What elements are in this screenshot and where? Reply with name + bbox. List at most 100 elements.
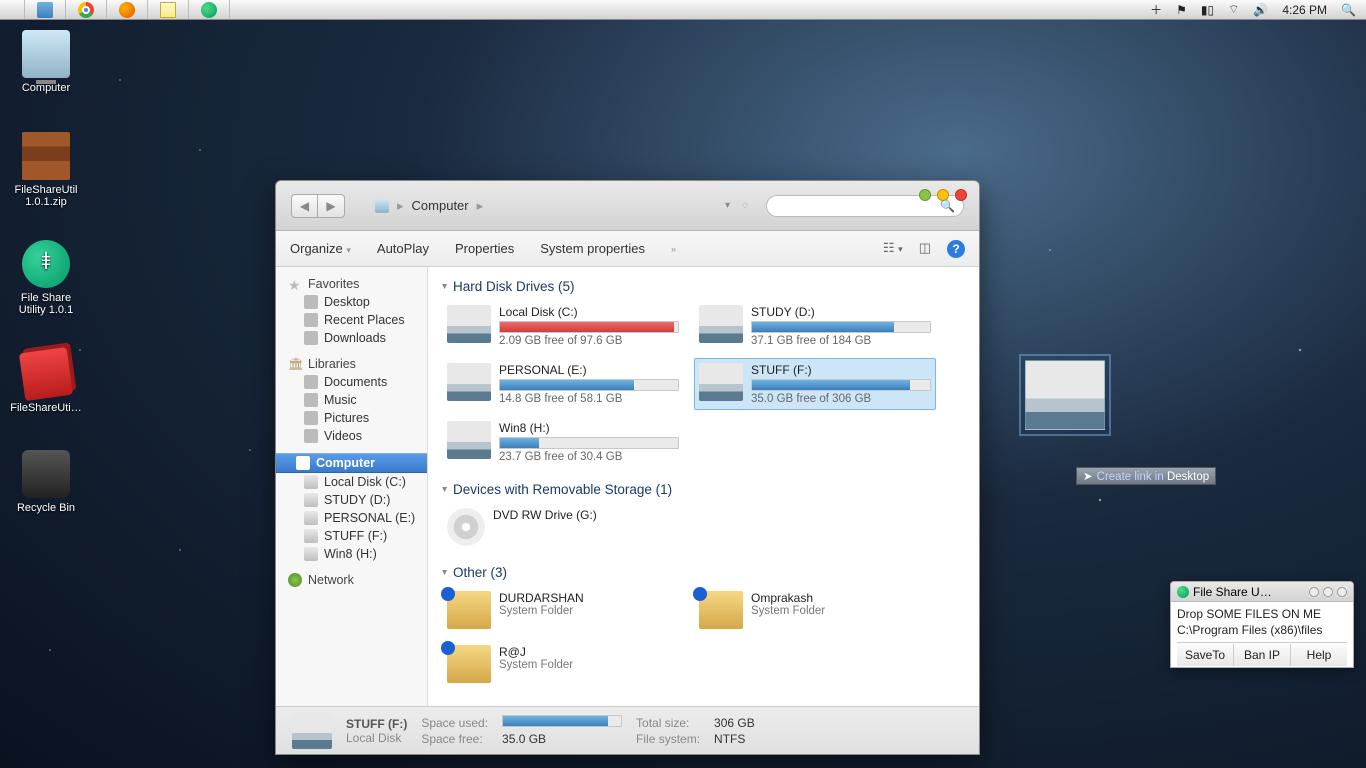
overflow-icon[interactable]: » xyxy=(671,244,676,254)
breadcrumb[interactable]: ▸ Computer ▸ xyxy=(375,198,483,214)
util-drop-hint: Drop SOME FILES ON ME xyxy=(1177,606,1347,622)
drive-item-dvd[interactable]: DVD RW Drive (G:) xyxy=(442,503,684,551)
dropdown-icon[interactable]: ▾ xyxy=(725,200,730,211)
link-arrow-icon: ➤ xyxy=(1083,471,1093,483)
drive-icon xyxy=(699,363,743,401)
spotlight-icon[interactable]: 🔍 xyxy=(1341,3,1356,17)
apple-menu[interactable] xyxy=(0,0,25,19)
sidebar-favorites-header[interactable]: ★Favorites xyxy=(276,275,427,293)
organize-menu[interactable]: Organize ▾ xyxy=(290,241,351,256)
toolbar: Organize ▾ AutoPlay Properties System pr… xyxy=(276,231,979,267)
taskbar-firefox[interactable] xyxy=(107,0,148,19)
drive-icon xyxy=(304,475,318,489)
util-maximize-button[interactable] xyxy=(1323,587,1333,597)
add-icon[interactable]: ＋ xyxy=(1150,1,1162,18)
taskbar-finder[interactable] xyxy=(25,0,66,19)
network-icon xyxy=(288,573,302,587)
drive-icon xyxy=(447,305,491,343)
sidebar-item-recent[interactable]: Recent Places xyxy=(276,311,427,329)
util-banip-button[interactable]: Ban IP xyxy=(1234,644,1291,666)
autoplay-button[interactable]: AutoPlay xyxy=(377,241,429,256)
folder-type: System Folder xyxy=(751,605,931,617)
taskbar-notes[interactable] xyxy=(148,0,189,19)
util-minimize-button[interactable] xyxy=(1309,587,1319,597)
chevron-right-icon: ▸ xyxy=(477,198,484,214)
sidebar-item-computer[interactable]: Computer xyxy=(276,453,427,473)
close-button[interactable] xyxy=(955,189,967,201)
sidebar-item-pictures[interactable]: Pictures xyxy=(276,409,427,427)
sidebar-libraries-header[interactable]: 🏛Libraries xyxy=(276,355,427,373)
share-app-icon: ⯒ xyxy=(22,240,70,288)
titlebar[interactable]: ◀ ▶ ▸ Computer ▸ ▾ ◌ 🔍 xyxy=(276,181,979,231)
preview-pane-icon[interactable]: ◫ xyxy=(919,240,931,258)
network-folder-item[interactable]: DURDARSHAN System Folder xyxy=(442,586,684,634)
drive-icon xyxy=(447,363,491,401)
clock[interactable]: 4:26 PM xyxy=(1282,3,1327,17)
help-icon[interactable]: ? xyxy=(947,240,965,258)
util-path: C:\Program Files (x86)\files xyxy=(1177,622,1347,638)
network-folder-item[interactable]: R@J System Folder xyxy=(442,640,684,688)
bluetooth-folder-icon xyxy=(447,591,491,629)
drive-icon xyxy=(304,547,318,561)
util-titlebar[interactable]: File Share U… xyxy=(1171,582,1353,602)
taskbar-share[interactable] xyxy=(189,0,230,19)
maximize-button[interactable] xyxy=(937,189,949,201)
view-options-icon[interactable]: ☷ ▾ xyxy=(883,240,903,258)
sidebar-item-drive-e[interactable]: PERSONAL (E:) xyxy=(276,509,427,527)
folder-name: Omprakash xyxy=(751,591,931,605)
folder-name: R@J xyxy=(499,645,679,659)
chrome-icon xyxy=(78,2,94,18)
chevron-right-icon: ▸ xyxy=(397,198,404,214)
pictures-icon xyxy=(304,411,318,425)
minimize-button[interactable] xyxy=(919,189,931,201)
util-close-button[interactable] xyxy=(1337,587,1347,597)
back-button[interactable]: ◀ xyxy=(292,195,318,217)
sidebar-item-drive-c[interactable]: Local Disk (C:) xyxy=(276,473,427,491)
folder-type: System Folder xyxy=(499,659,679,671)
desktop-icon-computer[interactable]: Computer xyxy=(6,30,86,94)
sidebar-item-music[interactable]: Music xyxy=(276,391,427,409)
drive-item[interactable]: PERSONAL (E:) 14.8 GB free of 58.1 GB xyxy=(442,358,684,410)
drive-item[interactable]: Local Disk (C:) 2.09 GB free of 97.6 GB xyxy=(442,300,684,352)
volume-icon[interactable]: 🔊 xyxy=(1253,3,1268,17)
drive-item[interactable]: STUDY (D:) 37.1 GB free of 184 GB xyxy=(694,300,936,352)
sidebar-network-header[interactable]: Network xyxy=(276,571,427,589)
drive-icon xyxy=(447,421,491,459)
sidebar-item-downloads[interactable]: Downloads xyxy=(276,329,427,347)
drive-icon xyxy=(1025,360,1105,430)
group-header-removable[interactable]: Devices with Removable Storage (1) xyxy=(442,478,965,503)
nav-buttons: ◀ ▶ xyxy=(291,194,345,218)
drive-item[interactable]: STUFF (F:) 35.0 GB free of 306 GB xyxy=(694,358,936,410)
drive-item[interactable]: Win8 (H:) 23.7 GB free of 30.4 GB xyxy=(442,416,684,468)
flag-icon[interactable]: ⚑ xyxy=(1176,3,1187,17)
sidebar-item-drive-f[interactable]: STUFF (F:) xyxy=(276,527,427,545)
group-header-hdd[interactable]: Hard Disk Drives (5) xyxy=(442,275,965,300)
desktop-icon-label: FileShareUti… xyxy=(6,402,86,414)
desktop-icon-recycle-bin[interactable]: Recycle Bin xyxy=(6,450,86,514)
sidebar-item-videos[interactable]: Videos xyxy=(276,427,427,445)
desktop-icon-zip[interactable]: FileShareUtil 1.0.1.zip xyxy=(6,132,86,208)
sidebar-item-documents[interactable]: Documents xyxy=(276,373,427,391)
app-icon xyxy=(19,347,73,401)
properties-button[interactable]: Properties xyxy=(455,241,514,256)
sidebar-item-drive-d[interactable]: STUDY (D:) xyxy=(276,491,427,509)
desktop-icon-label: File Share Utility 1.0.1 xyxy=(6,292,86,316)
refresh-icon[interactable]: ◌ xyxy=(742,200,748,211)
trash-icon xyxy=(22,450,70,498)
group-header-other[interactable]: Other (3) xyxy=(442,561,965,586)
sidebar-item-drive-h[interactable]: Win8 (H:) xyxy=(276,545,427,563)
util-help-button[interactable]: Help xyxy=(1291,644,1347,666)
network-folder-item[interactable]: Omprakash System Folder xyxy=(694,586,936,634)
desktop-icon-share-util[interactable]: ⯒ File Share Utility 1.0.1 xyxy=(6,240,86,316)
drive-icon xyxy=(699,305,743,343)
desktop-icon-share-util-2[interactable]: FileShareUti… xyxy=(6,350,86,414)
forward-button[interactable]: ▶ xyxy=(318,195,344,217)
drive-free-text: 37.1 GB free of 184 GB xyxy=(751,335,931,347)
battery-icon[interactable]: ▮▯ xyxy=(1201,3,1214,17)
util-saveto-button[interactable]: SaveTo xyxy=(1177,644,1234,666)
taskbar-chrome[interactable] xyxy=(66,0,107,19)
system-properties-button[interactable]: System properties xyxy=(540,241,645,256)
wifi-icon[interactable]: ⌔ xyxy=(1228,2,1239,17)
usage-bar xyxy=(751,379,931,391)
sidebar-item-desktop[interactable]: Desktop xyxy=(276,293,427,311)
